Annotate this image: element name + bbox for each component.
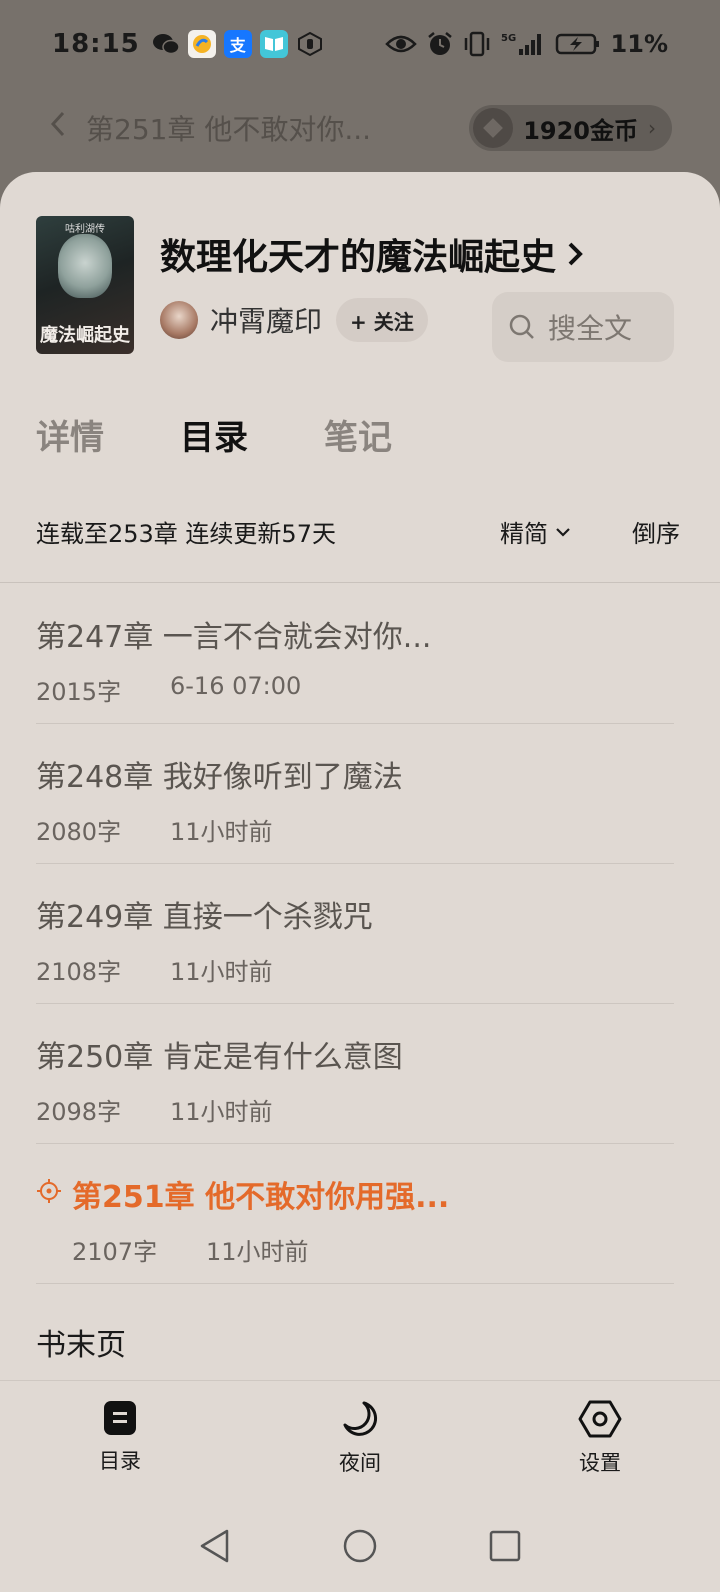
chapter-time: 11小时前 [170, 1098, 273, 1126]
tab-bar: 详情 目录 笔记 [36, 410, 392, 459]
settings-label: 设置 [579, 1451, 621, 1475]
chapter-word-count: 2015字 [36, 678, 122, 706]
catalog-icon [104, 1401, 136, 1435]
catalog-sheet: 咕利湖传 魔法崛起史 数理化天才的魔法崛起史 冲霄魔印 + 关注 搜全文 详情 … [0, 172, 720, 1592]
status-time: 18:15 [52, 29, 140, 59]
settings-button[interactable]: 设置 [480, 1381, 720, 1500]
chapter-meta: 2015字 6-16 07:00 [36, 672, 674, 707]
chapter-time: 11小时前 [170, 958, 273, 986]
chapter-item[interactable]: 第249章 直接一个杀戮咒 2108字 11小时前 [36, 864, 674, 1004]
chapter-item[interactable]: 第250章 肯定是有什么意图 2098字 11小时前 [36, 1004, 674, 1144]
back-chevron-icon[interactable] [48, 109, 68, 147]
wechat-icon [152, 30, 180, 58]
chapter-title: 第247章 一言不合就会对你... [36, 620, 432, 655]
night-mode-button[interactable]: 夜间 [240, 1381, 480, 1500]
book-title: 数理化天才的魔法崛起史 [160, 237, 557, 278]
chapter-title: 第251章 他不敢对你用强... [72, 1180, 450, 1215]
chapter-title: 第250章 肯定是有什么意图 [36, 1040, 403, 1075]
chevron-right-icon: › [648, 116, 656, 140]
chapter-meta: 2098字 11小时前 [36, 1092, 674, 1127]
tab-details[interactable]: 详情 [36, 410, 104, 459]
nav-back-icon[interactable] [198, 1528, 232, 1564]
catalog-toolbar-button[interactable]: 目录 [0, 1381, 240, 1500]
chapter-meta: 2107字 11小时前 [36, 1232, 674, 1267]
reverse-order-button[interactable]: 倒序 [632, 514, 680, 549]
divider [0, 582, 720, 583]
catalog-info-row: 连载至253章 连续更新57天 精简 倒序 [36, 514, 680, 549]
chapter-list: 第247章 一言不合就会对你... 2015字 6-16 07:00 第248章… [36, 584, 674, 1284]
chapter-item[interactable]: 第247章 一言不合就会对你... 2015字 6-16 07:00 [36, 584, 674, 724]
system-nav-bar [0, 1500, 720, 1592]
author-name[interactable]: 冲霄魔印 [210, 300, 322, 340]
book-end-page-link[interactable]: 书末页 [36, 1320, 126, 1364]
tab-catalog[interactable]: 目录 [180, 410, 248, 459]
chapter-time: 11小时前 [170, 818, 273, 846]
search-full-text-button[interactable]: 搜全文 [492, 292, 674, 362]
coin-balance: 1920金币 [523, 116, 638, 145]
night-mode-label: 夜间 [339, 1451, 381, 1475]
bottom-toolbar: 目录 夜间 设置 [0, 1380, 720, 1500]
chevron-right-icon [568, 242, 583, 266]
book-cover[interactable]: 咕利湖传 魔法崛起史 [36, 216, 134, 354]
cover-publisher: 咕利湖传 [65, 224, 105, 235]
alipay-icon: 支 [223, 30, 252, 58]
chapter-word-count: 2107字 [72, 1238, 158, 1266]
author-row: 冲霄魔印 + 关注 [160, 298, 428, 342]
hand-shield-icon [296, 30, 324, 58]
eye-icon [384, 35, 417, 53]
tab-notes[interactable]: 笔记 [324, 410, 392, 459]
chapter-item[interactable]: 第248章 我好像听到了魔法 2080字 11小时前 [36, 724, 674, 864]
coin-balance-button[interactable]: 1920金币 › [469, 105, 672, 151]
book-title-link[interactable]: 数理化天才的魔法崛起史 [160, 228, 584, 280]
version-dropdown[interactable]: 精简 [500, 514, 572, 549]
chapter-word-count: 2080字 [36, 818, 122, 846]
follow-button[interactable]: + 关注 [336, 298, 428, 342]
battery-charging-icon [555, 33, 599, 55]
settings-hexagon-icon [578, 1400, 622, 1438]
search-icon [509, 314, 534, 339]
nav-recents-icon[interactable] [488, 1529, 522, 1563]
pay-app-icon [187, 30, 216, 58]
catalog-toolbar-label: 目录 [99, 1449, 141, 1473]
chapter-word-count: 2108字 [36, 958, 122, 986]
chapter-meta: 2080字 11小时前 [36, 812, 674, 847]
reader-header: 第251章 他不敢对你... 1920金币 › [0, 100, 720, 156]
svg-text:5G: 5G [501, 33, 516, 44]
update-summary: 连载至253章 连续更新57天 [36, 520, 336, 548]
status-bar: 18:15 支 5G 11% [0, 0, 720, 88]
chapter-title: 第248章 我好像听到了魔法 [36, 760, 403, 795]
author-avatar[interactable] [160, 301, 198, 339]
chapter-time: 6-16 07:00 [170, 672, 302, 700]
chevron-down-icon [556, 527, 570, 537]
status-indicators: 5G 11% [384, 30, 668, 58]
alarm-icon [427, 32, 452, 55]
moon-icon [343, 1401, 378, 1436]
coin-icon [473, 108, 514, 148]
current-location-icon [37, 1179, 61, 1203]
signal-5g-icon: 5G [501, 33, 541, 55]
reader-app-icon [259, 30, 288, 58]
vibrate-icon [464, 31, 489, 57]
chapter-time: 11小时前 [206, 1238, 309, 1266]
chapter-title: 第249章 直接一个杀戮咒 [36, 900, 373, 935]
chapter-item-current[interactable]: 第251章 他不敢对你用强... 2107字 11小时前 [36, 1144, 674, 1284]
cover-title: 魔法崛起史 [40, 325, 130, 346]
nav-home-icon[interactable] [342, 1528, 378, 1564]
chapter-word-count: 2098字 [36, 1098, 122, 1126]
cover-illustration [58, 234, 112, 298]
chapter-meta: 2108字 11小时前 [36, 952, 674, 987]
reader-chapter-title: 第251章 他不敢对你... [86, 113, 372, 146]
version-label: 精简 [500, 520, 548, 548]
status-app-icons: 支 [152, 30, 324, 58]
battery-percent: 11% [610, 30, 668, 58]
search-label: 搜全文 [548, 312, 633, 345]
